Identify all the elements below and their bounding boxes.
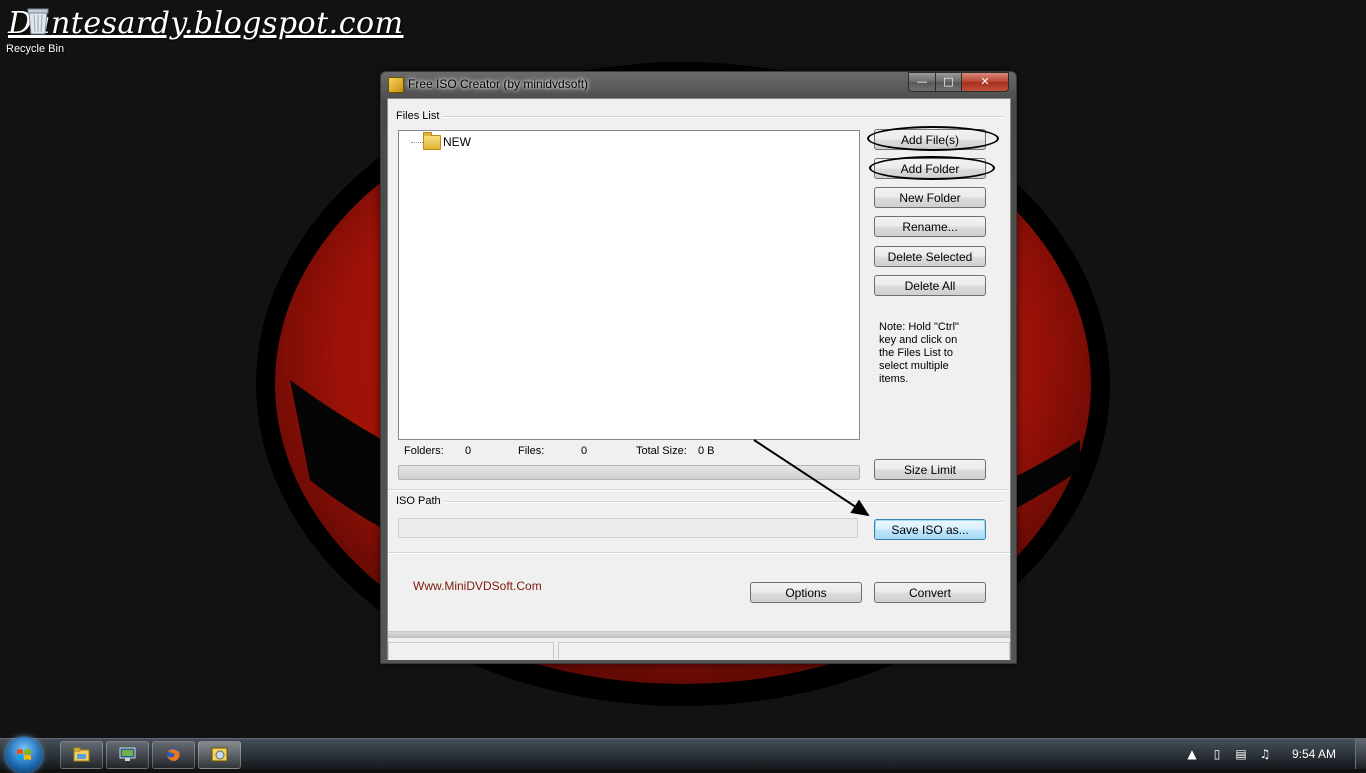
recycle-bin-label: Recycle Bin (6, 43, 65, 55)
files-tree[interactable]: NEW (398, 130, 860, 440)
total-size-label: Total Size: (636, 445, 687, 457)
close-icon: ✕ (980, 75, 990, 88)
iso-path-input[interactable] (398, 518, 858, 538)
remote-desktop-icon (119, 747, 136, 761)
files-count: 0 (581, 445, 588, 457)
rename-button[interactable]: Rename... (874, 216, 986, 237)
desktop-icon-recycle-bin[interactable]: Recycle Bin (6, 6, 70, 55)
free-iso-creator-icon (388, 77, 404, 93)
recycle-bin-icon (25, 6, 51, 36)
volume-icon[interactable]: ♫ (1258, 747, 1272, 761)
files-label: Files: (518, 445, 545, 457)
maximize-icon: □ (943, 75, 954, 88)
maximize-button[interactable]: □ (935, 72, 962, 92)
firefox-icon (167, 748, 180, 761)
window-title: Free ISO Creator (by minidvdsoft) (408, 77, 589, 91)
iso-path-top-divider (388, 489, 1010, 491)
save-iso-as-button[interactable]: Save ISO as... (874, 519, 986, 540)
show-hidden-icons-icon[interactable]: ▲ (1185, 747, 1199, 761)
free-iso-creator-window: Free ISO Creator (by minidvdsoft) — □ ✕ … (380, 71, 1017, 664)
minimize-icon: — (916, 75, 928, 88)
size-progress-bar (398, 465, 860, 480)
taskbar-firefox[interactable] (152, 741, 195, 769)
convert-button[interactable]: Convert (874, 582, 986, 603)
files-list-label: Files List (396, 110, 443, 122)
network-icon[interactable]: ▤ (1234, 747, 1248, 761)
windows-explorer-icon (73, 747, 90, 762)
folders-label: Folders: (404, 445, 444, 457)
delete-selected-button[interactable]: Delete Selected (874, 246, 986, 267)
mobile-device-icon[interactable]: ▯ (1210, 747, 1224, 761)
size-limit-button[interactable]: Size Limit (874, 459, 986, 480)
new-folder-button[interactable]: New Folder (874, 187, 986, 208)
taskbar-free-iso-creator[interactable] (198, 741, 241, 769)
folder-icon (423, 132, 441, 150)
files-list-divider (436, 116, 1004, 118)
status-pane-right (558, 642, 1010, 659)
delete-all-button[interactable]: Delete All (874, 275, 986, 296)
show-desktop-button[interactable] (1355, 739, 1366, 769)
add-files-button[interactable]: Add File(s) (874, 129, 986, 150)
taskbar-clock[interactable]: 9:54 AM (1292, 747, 1336, 761)
window-titlebar[interactable]: Free ISO Creator (by minidvdsoft) — □ ✕ (381, 72, 1016, 96)
website-link[interactable]: Www.MiniDVDSoft.Com (413, 579, 542, 593)
total-size-value: 0 B (698, 445, 715, 457)
status-strip (388, 632, 1010, 638)
multi-select-note: Note: Hold "Ctrl" key and click on the F… (879, 321, 959, 385)
options-button[interactable]: Options (750, 582, 862, 603)
status-bar (388, 631, 1010, 660)
windows-logo-icon (17, 749, 31, 760)
free-iso-creator-icon (211, 747, 228, 762)
taskbar-remote-desktop[interactable] (106, 741, 149, 769)
bottom-divider (388, 552, 1010, 554)
iso-path-divider (438, 501, 1004, 503)
minimize-button[interactable]: — (908, 72, 936, 92)
add-folder-button[interactable]: Add Folder (874, 158, 986, 179)
folders-count: 0 (465, 445, 472, 457)
close-button[interactable]: ✕ (961, 72, 1009, 92)
tree-connector (411, 142, 423, 143)
status-pane-left (388, 642, 554, 659)
taskbar-windows-explorer[interactable] (60, 741, 103, 769)
tree-item-label: NEW (443, 135, 471, 149)
taskbar: ▲ ▯ ▤ ♫ 9:54 AM (0, 737, 1366, 773)
window-client-area: Files List NEW Add File(s) Add Folder Ne… (387, 98, 1011, 660)
iso-path-label: ISO Path (396, 495, 444, 507)
